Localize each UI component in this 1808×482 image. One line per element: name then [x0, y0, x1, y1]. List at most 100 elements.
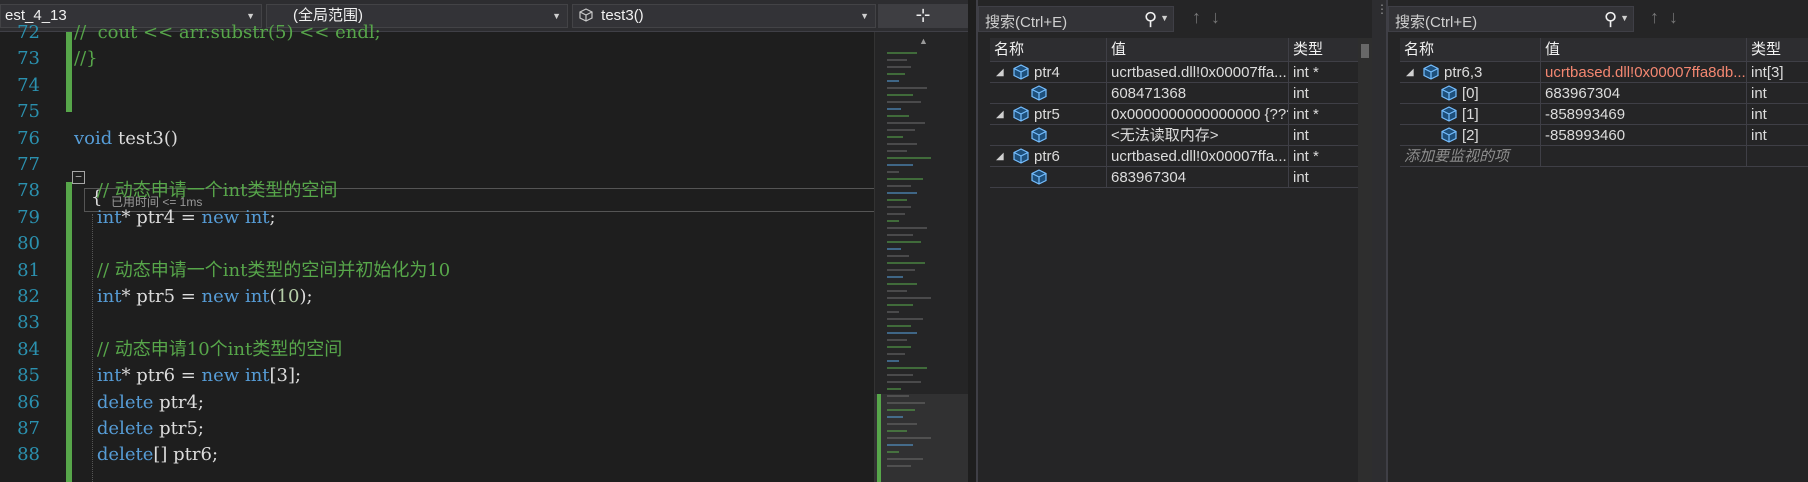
cube-icon — [1030, 127, 1048, 143]
code-line[interactable]: delete[] ptr6; — [74, 442, 218, 468]
minimap-line — [887, 304, 913, 306]
value-cell[interactable]: -858993469 — [1540, 104, 1746, 125]
name-cell[interactable]: [1] — [1400, 104, 1540, 125]
watch-row[interactable]: 683967304 int — [990, 167, 1360, 188]
name-cell[interactable] — [990, 83, 1106, 104]
code-token: ptr5; — [153, 418, 204, 439]
line-number: 78 — [17, 180, 40, 202]
arrow-up-icon[interactable]: ↑ — [1192, 7, 1211, 27]
value-cell[interactable]: 683967304 — [1106, 167, 1288, 188]
watch-row[interactable]: ◢ ptr6 ucrtbased.dll!0x00007ffa... int * — [990, 146, 1360, 167]
code-minimap[interactable]: ▲ — [874, 32, 968, 482]
code-token: int — [244, 206, 270, 228]
pane-splitter[interactable]: ⋮ — [1372, 0, 1388, 482]
name-cell[interactable] — [990, 125, 1106, 146]
code-line[interactable]: // 动态申请一个int类型的空间并初始化为10 — [74, 258, 450, 284]
watch-row[interactable]: ◢ ptr4 ucrtbased.dll!0x00007ffa... int * — [990, 62, 1360, 83]
arrow-down-icon[interactable]: ↓ — [1211, 7, 1230, 27]
name-cell[interactable]: ◢ ptr5 — [990, 104, 1106, 125]
code-line[interactable]: // 动态申请10个int类型的空间 — [74, 337, 342, 363]
variable-name: ptr6 — [1034, 148, 1060, 165]
minimap-line — [887, 276, 903, 278]
minimap-line — [887, 248, 901, 250]
variable-name: ptr5 — [1034, 106, 1060, 123]
code-line[interactable]: int* ptr4 = new int; — [74, 205, 276, 231]
function-dropdown[interactable]: test3() ▼ — [572, 4, 876, 28]
watch-row[interactable]: [0] 683967304 int — [1400, 83, 1808, 104]
name-cell[interactable]: ◢ ptr4 — [990, 62, 1106, 83]
type-cell: int — [1746, 125, 1808, 146]
magnifier-icon[interactable]: ⚲ — [1604, 9, 1617, 30]
value-cell[interactable]: ucrtbased.dll!0x00007ffa... — [1106, 146, 1288, 167]
code-token: * ptr5 = — [121, 286, 202, 307]
watch-row[interactable]: <无法读取内存> int — [990, 125, 1360, 146]
minimap-change-marker — [877, 394, 881, 482]
watch-row[interactable]: 608471368 int — [990, 83, 1360, 104]
triangle-expanded-icon[interactable]: ◢ — [996, 104, 1004, 125]
code-line[interactable]: // cout << arr.substr(5) << endl; — [74, 20, 381, 46]
triangle-expanded-icon[interactable]: ◢ — [996, 62, 1004, 83]
minimap-line — [887, 171, 899, 173]
split-editor-button[interactable]: ⊹ — [878, 4, 968, 28]
name-cell[interactable] — [990, 167, 1106, 188]
code-token: int — [244, 286, 270, 307]
watch-row[interactable]: [2] -858993460 int — [1400, 125, 1808, 146]
name-cell[interactable]: [2] — [1400, 125, 1540, 146]
watch1-search-box[interactable]: 搜索(Ctrl+E) ⚲ ▼ — [978, 6, 1174, 32]
code-token: ( — [269, 286, 277, 307]
value-cell[interactable]: <无法读取内存> — [1106, 125, 1288, 146]
value-cell[interactable]: -858993460 — [1540, 125, 1746, 146]
code-line[interactable]: delete ptr4; — [74, 390, 204, 416]
code-editor[interactable]: est_4_13 ▼ (全局范围) ▼ test3() ▼ ⊹ 72 73 74 75… — [0, 0, 968, 482]
minimap-line — [887, 332, 917, 334]
column-name-header[interactable]: 名称 — [990, 38, 1106, 62]
watch-row[interactable]: [1] -858993469 int — [1400, 104, 1808, 125]
watch-row[interactable]: ◢ ptr6,3 ucrtbased.dll!0x00007ffa8db... int… — [1400, 62, 1808, 83]
code-line[interactable]: // 动态申请一个int类型的空间 — [74, 178, 337, 204]
line-number: 81 — [17, 259, 40, 281]
code-line[interactable]: //} — [74, 46, 98, 72]
add-watch-placeholder[interactable]: 添加要监视的项 — [1400, 146, 1540, 167]
triangle-expanded-icon[interactable]: ◢ — [996, 146, 1004, 167]
column-value-header[interactable]: 值 — [1540, 38, 1746, 62]
minimap-line — [887, 115, 909, 117]
value-cell[interactable]: ucrtbased.dll!0x00007ffa... — [1106, 62, 1288, 83]
add-watch-row[interactable]: 添加要监视的项 — [1400, 146, 1808, 167]
code-line[interactable]: int* ptr6 = new int[3]; — [74, 363, 301, 389]
column-type-header[interactable]: 类型 — [1288, 38, 1360, 62]
chevron-down-icon[interactable]: ▼ — [1620, 13, 1629, 23]
name-cell[interactable]: ◢ ptr6 — [990, 146, 1106, 167]
value-cell[interactable]: 608471368 — [1106, 83, 1288, 104]
value-cell[interactable]: ucrtbased.dll!0x00007ffa8db... — [1540, 62, 1746, 83]
chevron-down-icon[interactable]: ▼ — [1160, 13, 1169, 23]
arrow-up-icon[interactable]: ↑ — [1650, 7, 1669, 27]
name-cell[interactable]: ◢ ptr6,3 — [1400, 62, 1540, 83]
code-line[interactable]: delete ptr5; — [74, 416, 204, 442]
value-cell[interactable]: 683967304 — [1540, 83, 1746, 104]
magnifier-icon[interactable]: ⚲ — [1144, 9, 1157, 30]
triangle-expanded-icon[interactable]: ◢ — [1406, 62, 1414, 83]
watch-row[interactable]: ◢ ptr5 0x0000000000000000 {???} int * — [990, 104, 1360, 125]
code-token: int — [244, 365, 270, 387]
code-area[interactable]: − { 已用时间 <= 1ms // cout << arr.substr(5)… — [72, 22, 944, 482]
arrow-down-icon[interactable]: ↓ — [1669, 7, 1688, 27]
minimap-line — [887, 346, 911, 348]
line-number: 86 — [17, 391, 40, 413]
watch2-search-box[interactable]: 搜索(Ctrl+E) ⚲ ▼ — [1388, 6, 1634, 32]
minimap-line — [887, 220, 899, 222]
minimap-line — [887, 437, 931, 439]
cube-icon — [1440, 85, 1458, 101]
value-cell[interactable]: 0x0000000000000000 {???} — [1106, 104, 1288, 125]
column-type-header[interactable]: 类型 — [1746, 38, 1808, 62]
name-cell[interactable]: [0] — [1400, 83, 1540, 104]
column-value-header[interactable]: 值 — [1106, 38, 1288, 62]
code-line[interactable]: int* ptr5 = new int(10); — [74, 284, 313, 310]
column-name-header[interactable]: 名称 — [1400, 38, 1540, 62]
code-line[interactable]: void test3() — [74, 126, 178, 152]
watch1-scrollbar[interactable] — [1358, 38, 1372, 482]
minimap-line — [887, 318, 923, 320]
code-token: ; — [269, 206, 276, 228]
scrollbar-thumb[interactable] — [1361, 44, 1369, 58]
